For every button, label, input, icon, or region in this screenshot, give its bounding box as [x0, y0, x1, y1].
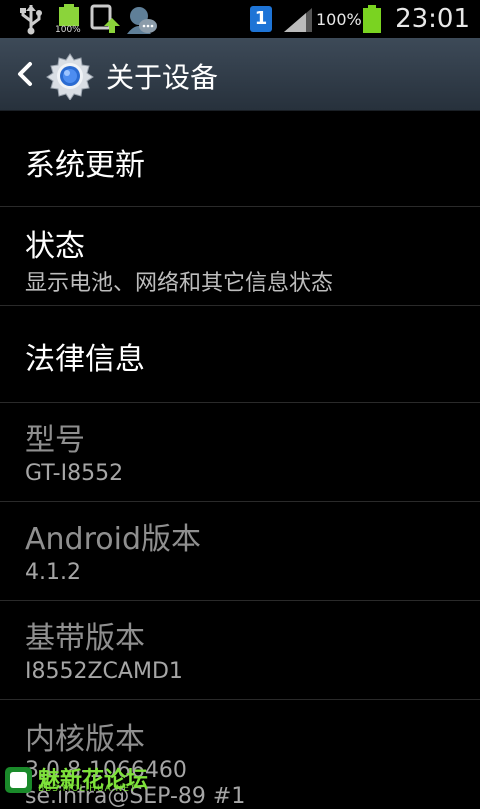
clock: 23:01 [395, 4, 470, 34]
settings-list: 系统更新 状态 显示电池、网络和其它信息状态 法律信息 型号 GT-I8552 … [0, 110, 480, 809]
forum-watermark: 魅新花论坛 BBS.MOLIHUA.NET [4, 766, 194, 794]
status-bar: 100% 1 100% 23:01 [0, 0, 480, 38]
battery-icon [363, 5, 381, 33]
list-item-subtitle: I8552ZCAMD1 [25, 659, 183, 684]
list-item-android-version[interactable]: Android版本 4.1.2 [0, 502, 480, 601]
download-done-icon [90, 4, 120, 33]
sim-badge: 1 [250, 6, 272, 32]
battery-percent: 100% [316, 10, 362, 29]
battery-small-label: 100% [55, 25, 81, 35]
settings-gear-icon[interactable] [46, 52, 94, 100]
list-item-title: Android版本 [25, 522, 201, 557]
signal-icon [284, 8, 312, 32]
battery-small-icon: 100% [55, 4, 83, 36]
chat-notification-icon [127, 7, 157, 34]
list-item-title: 系统更新 [25, 148, 145, 183]
list-item-subtitle: GT-I8552 [25, 461, 124, 486]
list-item-model: 型号 GT-I8552 [0, 403, 480, 502]
forum-logo-icon [5, 767, 32, 793]
watermark-subtext: BBS.MOLIHUA.NET [38, 784, 137, 794]
list-item-title: 内核版本 [25, 722, 145, 757]
list-item-subtitle: 显示电池、网络和其它信息状态 [25, 271, 334, 296]
list-item-subtitle: 4.1.2 [25, 560, 81, 585]
list-item-title: 基带版本 [25, 621, 145, 656]
page-title: 关于设备 [106, 61, 219, 94]
list-item-system-update[interactable]: 系统更新 [0, 110, 480, 207]
list-item-title: 型号 [25, 423, 85, 458]
list-item-baseband-version: 基带版本 I8552ZCAMD1 [0, 601, 480, 700]
back-chevron-icon[interactable] [12, 60, 40, 88]
list-item-status[interactable]: 状态 显示电池、网络和其它信息状态 [0, 207, 480, 306]
list-item-title: 状态 [25, 229, 85, 264]
list-item-legal-info[interactable]: 法律信息 [0, 306, 480, 403]
usb-icon [20, 5, 42, 35]
action-bar: 关于设备 [0, 38, 480, 111]
list-item-title: 法律信息 [25, 342, 145, 377]
